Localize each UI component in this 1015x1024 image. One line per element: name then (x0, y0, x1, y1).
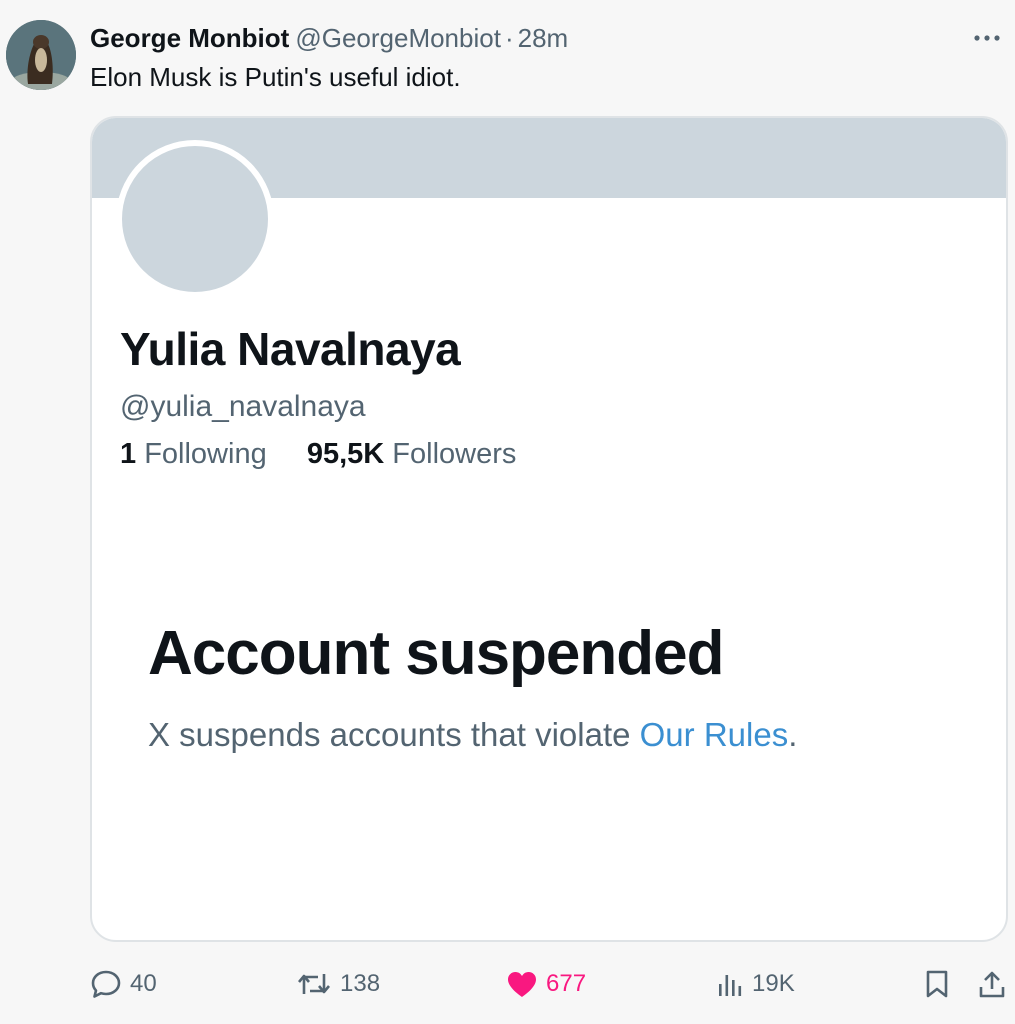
rules-link: Our Rules (639, 716, 789, 753)
timestamp[interactable]: 28m (518, 23, 569, 54)
reply-button[interactable]: 40 (90, 962, 157, 1006)
suspended-text: X suspends accounts that violate (148, 716, 640, 753)
repost-icon (298, 974, 330, 994)
suspended-end: . (788, 716, 798, 753)
heart-filled-icon (508, 972, 536, 997)
suspended-title: Account suspended (148, 619, 725, 688)
profile-name: Yulia Navalnaya (120, 323, 461, 375)
more-horizontal-icon (974, 35, 1000, 41)
views-button[interactable]: 19K (716, 962, 795, 1006)
profile-avatar (116, 140, 274, 298)
profile-handle: @yulia_navalnaya (120, 390, 366, 423)
separator: · (504, 22, 514, 53)
suspended-description: X suspends accounts that violate Our Rul… (148, 716, 797, 754)
tweet-text: Elon Musk is Putin's useful idiot. (90, 62, 461, 92)
following-count: 1 (120, 438, 137, 470)
followers-label: Followers (392, 438, 517, 470)
embedded-screenshot[interactable]: Yulia Navalnaya @yulia_navalnaya 1 Follo… (90, 116, 1008, 942)
share-icon (979, 971, 1005, 998)
author-avatar[interactable] (6, 20, 76, 90)
views-chart-icon (719, 975, 742, 996)
bookmark-button[interactable] (924, 962, 950, 1006)
bookmark-icon (926, 970, 948, 998)
tweet[interactable]: George Monbiot @GeorgeMonbiot · 28m Elon… (0, 0, 1015, 1024)
views-count: 19K (752, 970, 795, 997)
repost-button[interactable]: 138 (296, 962, 380, 1006)
author-handle[interactable]: @GeorgeMonbiot (295, 23, 501, 54)
reply-count: 40 (130, 970, 157, 997)
reply-icon (91, 970, 121, 998)
tweet-header: George Monbiot @GeorgeMonbiot · 28m (90, 22, 1015, 54)
author-name[interactable]: George Monbiot (90, 23, 289, 54)
profile-stats: 1 Following 95,5K Followers (120, 438, 516, 471)
like-count: 677 (546, 970, 587, 997)
repost-count: 138 (340, 970, 381, 997)
following-label: Following (144, 438, 267, 470)
more-button[interactable] (967, 20, 1007, 56)
followers-count: 95,5K (306, 438, 385, 470)
share-button[interactable] (978, 962, 1006, 1006)
like-button[interactable]: 677 (506, 962, 586, 1006)
tweet-actions: 40 138 677 19K (90, 962, 1008, 1006)
